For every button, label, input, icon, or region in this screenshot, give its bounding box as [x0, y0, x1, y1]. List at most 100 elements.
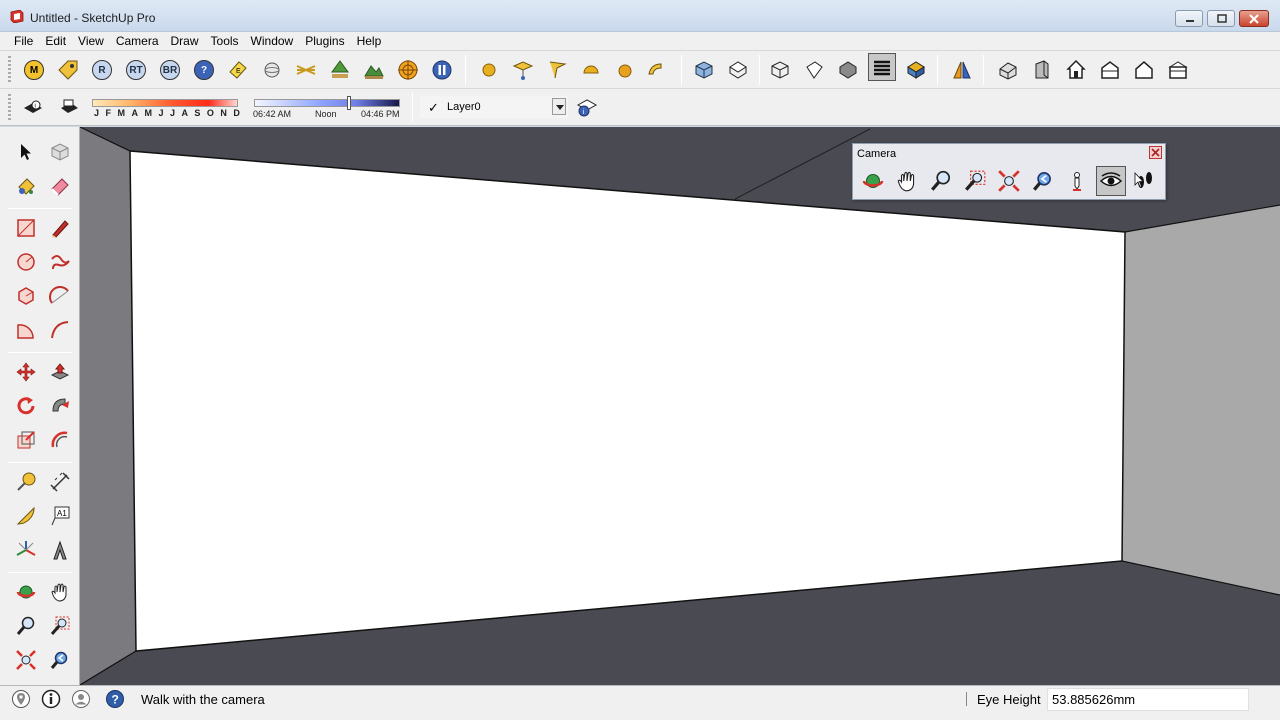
- model-viewport[interactable]: [80, 127, 1280, 685]
- geolocation-button[interactable]: [10, 688, 32, 710]
- plugin-tag-button[interactable]: [54, 56, 82, 84]
- layer-manager-button[interactable]: i: [572, 93, 600, 121]
- plane-tool-button[interactable]: [509, 56, 537, 84]
- style-monochrome-button[interactable]: [902, 56, 930, 84]
- zoom-tool[interactable]: [12, 612, 40, 640]
- section-plane-button[interactable]: [948, 56, 976, 84]
- orbit-tool[interactable]: [12, 578, 40, 606]
- camera-previous-button[interactable]: [1028, 166, 1058, 196]
- plugin-help-button[interactable]: ?: [190, 56, 218, 84]
- plugin-tree-button[interactable]: [326, 56, 354, 84]
- 3d-text-tool[interactable]: [46, 536, 74, 564]
- plugin-br-button[interactable]: BR: [156, 56, 184, 84]
- rectangle-tool[interactable]: [12, 214, 40, 242]
- style-shaded-textures-button[interactable]: [868, 53, 896, 81]
- display-shadows-button[interactable]: [55, 94, 83, 122]
- view-iso-house-button[interactable]: [994, 56, 1022, 84]
- menu-file[interactable]: File: [8, 32, 39, 50]
- half-sphere-button[interactable]: [611, 56, 639, 84]
- menu-draw[interactable]: Draw: [165, 32, 205, 50]
- eraser-tool[interactable]: [46, 172, 74, 200]
- camera-zoom-window-button[interactable]: [960, 166, 990, 196]
- arc-tool[interactable]: [46, 282, 74, 310]
- plugin-lines-button[interactable]: [292, 56, 320, 84]
- view-left-button[interactable]: [1130, 56, 1158, 84]
- make-component-tool[interactable]: [46, 138, 74, 166]
- line-tool[interactable]: [46, 214, 74, 242]
- select-tool[interactable]: [12, 138, 40, 166]
- camera-panel-close-button[interactable]: [1149, 146, 1162, 159]
- menu-plugins[interactable]: Plugins: [299, 32, 350, 50]
- push-pull-tool[interactable]: [46, 358, 74, 386]
- shadow-time-slider[interactable]: [254, 99, 400, 107]
- zoom-extents-tool[interactable]: [12, 646, 40, 674]
- paint-bucket-tool[interactable]: [12, 172, 40, 200]
- view-iso-button[interactable]: [690, 56, 718, 84]
- freehand-tool[interactable]: [46, 248, 74, 276]
- dome-tool-button[interactable]: [577, 56, 605, 84]
- plugin-landscape-button[interactable]: [360, 56, 388, 84]
- menu-tools[interactable]: Tools: [205, 32, 245, 50]
- curve-tool-button[interactable]: [641, 56, 669, 84]
- instructor-button[interactable]: ?: [104, 688, 126, 710]
- style-hidden-line-button[interactable]: [800, 56, 828, 84]
- view-front-button[interactable]: [1062, 56, 1090, 84]
- measurements-input[interactable]: [1047, 688, 1249, 711]
- menu-window[interactable]: Window: [245, 32, 300, 50]
- view-right-button[interactable]: [1028, 56, 1056, 84]
- plugin-label-button[interactable]: E: [224, 56, 252, 84]
- menu-edit[interactable]: Edit: [39, 32, 72, 50]
- pie-tool[interactable]: [12, 316, 40, 344]
- camera-position-button[interactable]: [1062, 166, 1092, 196]
- minimize-button[interactable]: [1175, 10, 1203, 27]
- plugin-m-button[interactable]: M: [20, 56, 48, 84]
- toolbar-grip[interactable]: [8, 56, 11, 84]
- camera-zoom-button[interactable]: [926, 166, 956, 196]
- dimension-tool[interactable]: [46, 468, 74, 496]
- plugin-sphere-button[interactable]: [258, 56, 286, 84]
- move-tool[interactable]: [12, 358, 40, 386]
- sign-in-button[interactable]: [70, 688, 92, 710]
- camera-orbit-button[interactable]: [858, 166, 888, 196]
- circle-tool[interactable]: [12, 248, 40, 276]
- menu-camera[interactable]: Camera: [110, 32, 165, 50]
- follow-me-tool[interactable]: [46, 392, 74, 420]
- style-xray-button[interactable]: [766, 56, 794, 84]
- menu-view[interactable]: View: [72, 32, 110, 50]
- camera-pan-button[interactable]: [892, 166, 922, 196]
- chevron-down-icon[interactable]: [552, 98, 566, 115]
- plugin-rt-button[interactable]: RT: [122, 56, 150, 84]
- previous-view-tool[interactable]: [46, 646, 74, 674]
- axes-tool[interactable]: [12, 536, 40, 564]
- polygon-tool[interactable]: [12, 282, 40, 310]
- view-bottom-button[interactable]: [1164, 56, 1192, 84]
- credits-button[interactable]: [40, 688, 62, 710]
- toolbar-grip[interactable]: [8, 94, 11, 122]
- zoom-window-tool[interactable]: [46, 612, 74, 640]
- shadow-month-slider[interactable]: [92, 99, 238, 107]
- plugin-target-button[interactable]: [394, 56, 422, 84]
- protractor-tool[interactable]: [12, 502, 40, 530]
- plugin-r-button[interactable]: R: [88, 56, 116, 84]
- text-tool[interactable]: A1: [46, 502, 74, 530]
- tape-measure-tool[interactable]: [12, 468, 40, 496]
- offset-tool[interactable]: [46, 426, 74, 454]
- maximize-button[interactable]: [1207, 10, 1235, 27]
- pan-tool[interactable]: [46, 578, 74, 606]
- view-back-button[interactable]: [1096, 56, 1124, 84]
- menu-help[interactable]: Help: [351, 32, 388, 50]
- layer-dropdown[interactable]: ✓ Layer0: [420, 96, 568, 118]
- scale-tool[interactable]: [12, 426, 40, 454]
- style-shaded-button[interactable]: [834, 56, 862, 84]
- camera-zoom-extents-button[interactable]: [994, 166, 1024, 196]
- camera-walk-button[interactable]: [1130, 166, 1160, 196]
- time-slider-thumb[interactable]: [346, 96, 351, 110]
- flag-tool-button[interactable]: [543, 56, 571, 84]
- plugin-pause-button[interactable]: [428, 56, 456, 84]
- shadow-settings-button[interactable]: i: [19, 94, 47, 122]
- camera-look-around-button[interactable]: [1096, 166, 1126, 196]
- close-window-button[interactable]: [1239, 10, 1269, 27]
- view-top-button[interactable]: [724, 56, 752, 84]
- rotate-tool[interactable]: [12, 392, 40, 420]
- two-point-arc-tool[interactable]: [46, 316, 74, 344]
